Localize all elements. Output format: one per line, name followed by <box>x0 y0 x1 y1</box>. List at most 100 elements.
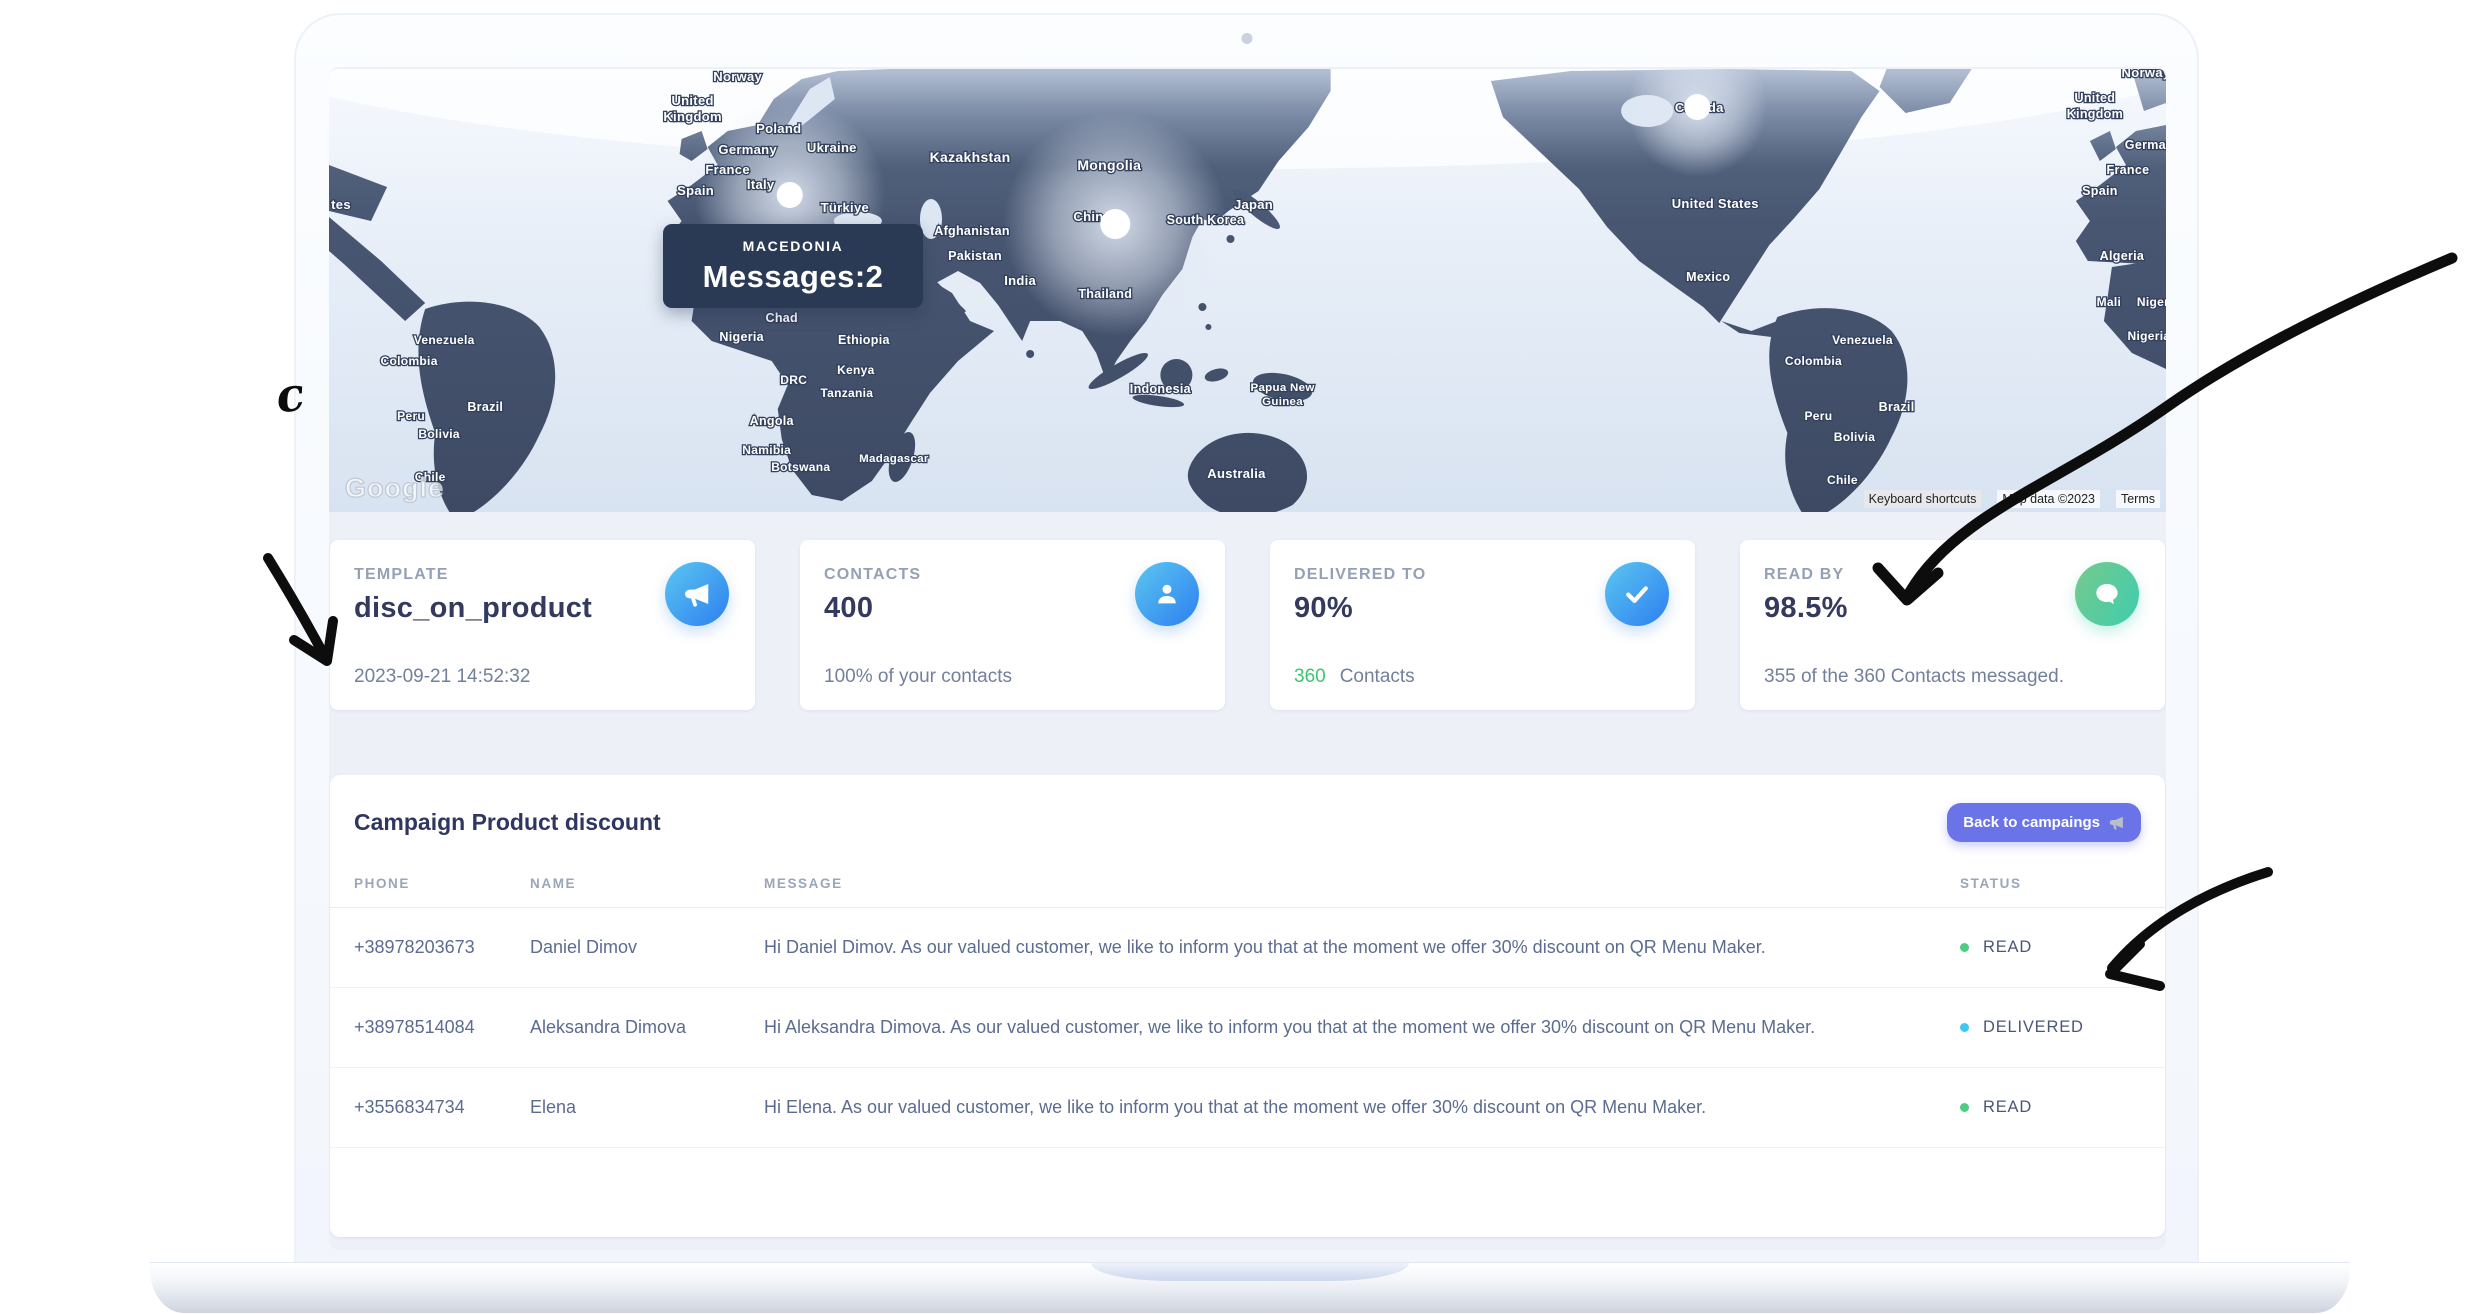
column-header-name: NAME <box>530 862 764 908</box>
column-header-message: MESSAGE <box>764 862 1960 908</box>
stat-card-delivered: DELIVERED TO 90% 360Contacts <box>1270 540 1695 710</box>
country-label: Brazil <box>1879 400 1915 414</box>
country-label: Türkiye <box>821 200 869 215</box>
map-marker[interactable] <box>1100 209 1130 239</box>
map-data-label: Map data ©2023 <box>1997 490 2100 508</box>
dashboard-screen: tesNorwayUnitedKingdomPolandGermanyUkrai… <box>329 67 2166 1250</box>
cell-message: Hi Elena. As our valued customer, we lik… <box>764 1068 1960 1148</box>
laptop-base <box>150 1262 2350 1313</box>
status-dot-icon <box>1960 1023 1969 1032</box>
cell-name: Aleksandra Dimova <box>530 988 764 1068</box>
stat-subtext: 355 of the 360 Contacts messaged. <box>1764 666 2064 688</box>
webcam-dot <box>1241 33 1252 44</box>
google-logo: Google <box>345 473 444 504</box>
country-label: Japan <box>1234 197 1273 212</box>
check-icon <box>1605 562 1669 626</box>
cell-status: READ <box>1960 1068 2165 1148</box>
delivered-unit: Contacts <box>1340 666 1415 687</box>
country-label: Madagascar <box>859 453 929 465</box>
back-to-campaigns-button[interactable]: Back to campaings <box>1947 803 2141 842</box>
campaign-card: Campaign Product discount Back to campai… <box>330 775 2165 1237</box>
stat-subtext: 100% of your contacts <box>824 666 1012 688</box>
country-label: Spain <box>677 183 714 198</box>
terms-link[interactable]: Terms <box>2116 490 2160 508</box>
country-label: Niger <box>2137 295 2166 309</box>
status-dot-icon <box>1960 1103 1969 1112</box>
stat-subtext: 2023-09-21 14:52:32 <box>354 666 530 688</box>
status-badge: READ <box>1983 1098 2032 1117</box>
world-map[interactable]: tesNorwayUnitedKingdomPolandGermanyUkrai… <box>329 69 2166 512</box>
status-badge: READ <box>1983 938 2032 957</box>
keyboard-shortcuts-link[interactable]: Keyboard shortcuts <box>1864 490 1982 508</box>
country-label: Mexico <box>1686 270 1730 284</box>
country-label: United <box>2075 91 2116 105</box>
map-tooltip: MACEDONIA Messages:2 <box>663 224 923 308</box>
status-dot-icon <box>1960 943 1969 952</box>
country-label: United States <box>1672 196 1759 211</box>
map-marker[interactable] <box>1684 94 1710 120</box>
chat-bubble-icon <box>2075 562 2139 626</box>
country-label: Guinea <box>1262 396 1303 408</box>
stats-row: TEMPLATE disc_on_product 2023-09-21 14:5… <box>330 540 2165 710</box>
country-label: Ethiopia <box>838 333 890 347</box>
person-icon <box>1135 562 1199 626</box>
cell-name: Elena <box>530 1068 764 1148</box>
country-label: Brazil <box>467 400 503 414</box>
world-map-svg: tesNorwayUnitedKingdomPolandGermanyUkrai… <box>329 69 2166 512</box>
country-label: Italy <box>747 177 775 192</box>
country-label: Colombia <box>1785 354 1842 368</box>
country-label: Kazakhstan <box>930 149 1011 165</box>
cell-phone: +38978514084 <box>330 988 530 1068</box>
country-label: India <box>1004 273 1036 288</box>
tooltip-messages: Messages:2 <box>703 259 884 295</box>
table-row: +38978203673Daniel DimovHi Daniel Dimov.… <box>330 908 2165 988</box>
country-label: Nigeria <box>2128 329 2166 343</box>
country-label: Germany <box>718 142 777 157</box>
table-row: +38978514084Aleksandra DimovaHi Aleksand… <box>330 988 2165 1068</box>
cell-phone: +3556834734 <box>330 1068 530 1148</box>
country-label: Papua New <box>1250 382 1314 394</box>
country-label: Mali <box>2097 295 2122 309</box>
stat-card-template: TEMPLATE disc_on_product 2023-09-21 14:5… <box>330 540 755 710</box>
country-label: Mongolia <box>1077 157 1141 173</box>
delivered-count: 360 <box>1294 666 1326 687</box>
country-label: Colombia <box>381 354 438 368</box>
cell-name: Daniel Dimov <box>530 908 764 988</box>
cell-status: DELIVERED <box>1960 988 2165 1068</box>
column-header-phone: PHONE <box>330 862 530 908</box>
country-label: Chad <box>765 311 797 325</box>
cell-message: Hi Daniel Dimov. As our valued customer,… <box>764 908 1960 988</box>
country-label: Pakistan <box>948 249 1002 263</box>
country-label: Ukraine <box>807 140 857 155</box>
country-label: Kingdom <box>2067 107 2123 121</box>
page: tesNorwayUnitedKingdomPolandGermanyUkrai… <box>0 0 2490 1314</box>
stat-card-read: READ BY 98.5% 355 of the 360 Contacts me… <box>1740 540 2165 710</box>
messages-table: PHONENAMEMESSAGESTATUS +38978203673Danie… <box>330 862 2165 1148</box>
country-label: Venezuela <box>1832 333 1893 347</box>
country-label: Peru <box>1804 409 1832 423</box>
country-label: South Korea <box>1167 213 1245 227</box>
country-label: Tanzania <box>820 386 873 400</box>
table-row: +3556834734ElenaHi Elena. As our valued … <box>330 1068 2165 1148</box>
laptop-notch <box>1091 1263 1409 1281</box>
country-label: France <box>705 162 749 177</box>
country-label: Namibia <box>742 443 791 457</box>
country-label: Bolivia <box>418 427 460 441</box>
map-marker[interactable] <box>777 182 803 208</box>
tooltip-country: MACEDONIA <box>743 238 844 254</box>
country-label: Afghanistan <box>934 224 1010 238</box>
country-label: Venezuela <box>414 333 475 347</box>
cell-status: READ <box>1960 908 2165 988</box>
laptop-frame: tesNorwayUnitedKingdomPolandGermanyUkrai… <box>294 13 2199 1262</box>
country-label: Kingdom <box>663 109 721 124</box>
country-label: Australia <box>1207 466 1266 481</box>
megaphone-icon <box>665 562 729 626</box>
country-label: Indonesia <box>1130 382 1192 396</box>
country-label: Spain <box>2082 184 2118 198</box>
country-label: United <box>671 93 713 108</box>
megaphone-emoji-icon <box>2108 814 2125 831</box>
country-label: Chile <box>1827 473 1858 487</box>
country-label: Angola <box>750 414 795 428</box>
country-label: Algeria <box>2100 249 2145 263</box>
country-label: tes <box>331 197 351 212</box>
